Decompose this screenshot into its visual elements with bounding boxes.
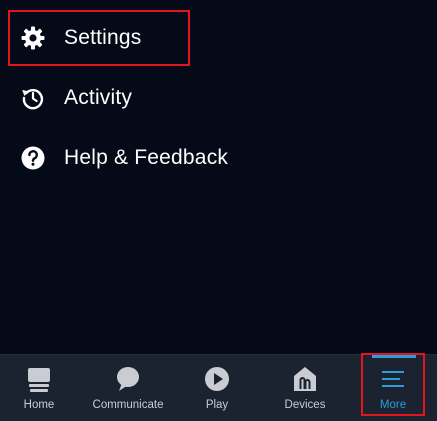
nav-item-communicate[interactable]: Communicate: [88, 355, 168, 421]
nav-label: Home: [23, 399, 55, 411]
devices-house-icon: [292, 365, 318, 393]
menu-lines-icon: [379, 365, 407, 393]
menu-item-help-feedback[interactable]: Help & Feedback: [20, 138, 228, 178]
menu-item-label: Help & Feedback: [64, 146, 229, 169]
bottom-nav-bar: Home Communicate Play Devices More: [0, 354, 437, 421]
nav-label: More: [379, 399, 407, 411]
nav-label: Devices: [284, 399, 326, 411]
menu-item-activity[interactable]: Activity: [20, 78, 132, 118]
nav-label: Play: [205, 399, 229, 411]
nav-label: Communicate: [92, 399, 164, 411]
chat-bubble-icon: [115, 365, 141, 393]
menu-item-label: Settings: [64, 26, 142, 49]
help-icon: [20, 145, 46, 171]
nav-item-home[interactable]: Home: [14, 355, 64, 421]
gear-icon: [20, 25, 46, 51]
history-icon: [20, 85, 46, 111]
menu-item-settings[interactable]: Settings: [20, 18, 141, 58]
nav-item-more[interactable]: More: [368, 355, 418, 421]
nav-item-devices[interactable]: Devices: [280, 355, 330, 421]
nav-item-play[interactable]: Play: [192, 355, 242, 421]
active-tab-indicator: [372, 355, 416, 358]
menu-item-label: Activity: [64, 86, 133, 109]
play-icon: [204, 365, 230, 393]
home-icon: [26, 365, 52, 393]
